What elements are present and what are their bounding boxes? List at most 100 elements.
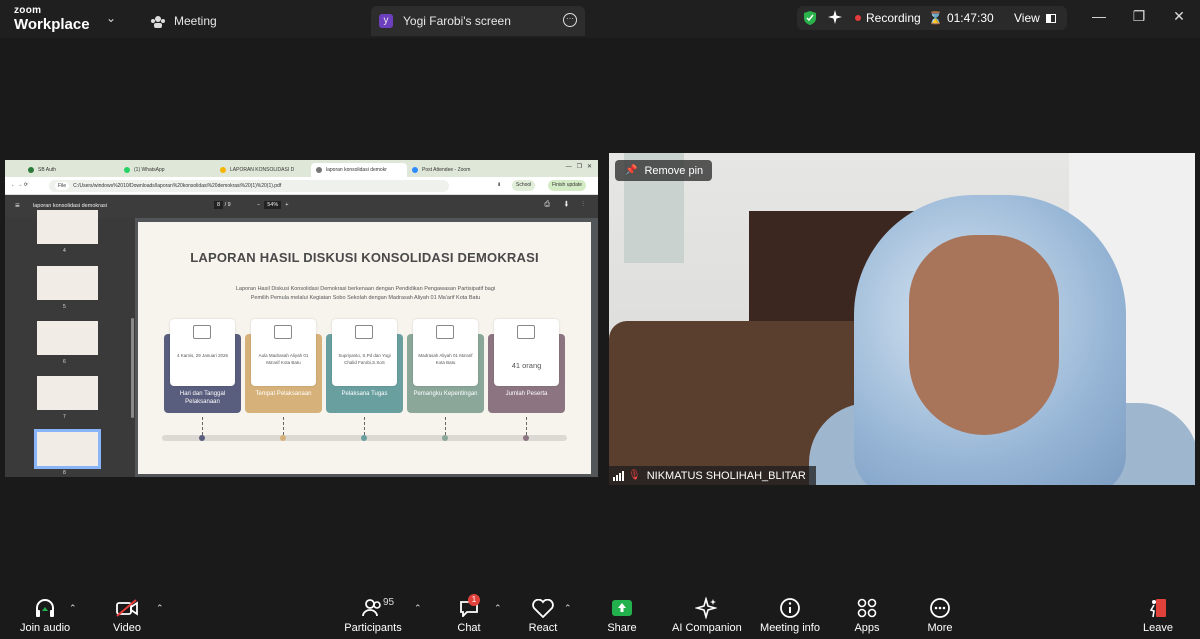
page-indicator[interactable]: 8 / 9 bbox=[214, 201, 231, 209]
browser-tab-active[interactable]: laporan konsolidasi demokr bbox=[311, 163, 407, 177]
browser-tab[interactable]: Post Attendee - Zoom bbox=[407, 163, 503, 177]
page-thumbnail[interactable] bbox=[37, 266, 98, 300]
chat-label: Chat bbox=[457, 622, 481, 634]
video-button[interactable]: Video bbox=[110, 597, 144, 634]
info-card-label: Tempat Pelaksanaan bbox=[255, 391, 312, 397]
share-button[interactable]: Share bbox=[606, 597, 638, 634]
info-card-box: Madrasah Aliyah 01 Ma'arif Kota Batu bbox=[413, 319, 478, 386]
chat-options-chevron-icon[interactable]: ⌃ bbox=[494, 603, 502, 614]
browser-tab-label: Post Attendee - Zoom bbox=[422, 167, 471, 173]
info-card: 41 orang Jumlah Peserta bbox=[488, 319, 565, 413]
info-card-box: 41 orang bbox=[494, 319, 559, 386]
info-icon bbox=[780, 598, 800, 618]
participants-options-chevron-icon[interactable]: ⌃ bbox=[414, 603, 422, 614]
page-separator: / bbox=[224, 202, 227, 208]
more-icon bbox=[930, 598, 950, 618]
participants-button[interactable]: 95 Participants bbox=[342, 597, 404, 634]
person-face bbox=[909, 235, 1059, 435]
restore-button[interactable]: ❐ bbox=[1129, 8, 1149, 25]
zoom-out-button[interactable]: − bbox=[257, 202, 260, 208]
card-illustration-icon bbox=[193, 325, 211, 339]
page-thumbnail[interactable] bbox=[37, 376, 98, 410]
minimize-button[interactable]: — bbox=[1089, 8, 1109, 24]
favicon-icon bbox=[28, 167, 34, 173]
chat-button[interactable]: 1 Chat bbox=[455, 594, 483, 634]
card-illustration-icon bbox=[517, 325, 535, 339]
react-button[interactable]: React bbox=[528, 597, 558, 634]
heart-icon bbox=[532, 598, 554, 618]
meeting-info-button[interactable]: Meeting info bbox=[759, 597, 821, 634]
join-audio-button[interactable]: Join audio bbox=[20, 597, 70, 634]
view-button[interactable]: View bbox=[1014, 11, 1056, 25]
participant-name-bar: 🎙 NIKMATUS SHOLIHAH_BLITAR bbox=[609, 466, 816, 485]
page-thumbnail[interactable] bbox=[37, 321, 98, 355]
whatsapp-icon bbox=[124, 167, 130, 173]
audio-options-chevron-icon[interactable]: ⌃ bbox=[69, 603, 77, 614]
zoom-workplace-logo[interactable]: zoom Workplace bbox=[14, 6, 90, 33]
meeting-toolbar: Join audio ⌃ Video ⌃ 95 Participants ⌃ 1… bbox=[0, 589, 1200, 639]
info-card-label: Hari dan Tanggal Pelaksanaan bbox=[179, 391, 226, 406]
browser-nav-icons[interactable]: ← → ⟳ bbox=[11, 182, 28, 188]
thumbnail-number: 6 bbox=[63, 359, 66, 365]
thumbnail-number: 7 bbox=[63, 414, 66, 420]
page-thumbnail-selected[interactable] bbox=[34, 429, 101, 469]
mic-muted-icon: 🎙 bbox=[628, 470, 641, 481]
pdf-viewer: 4 5 6 7 8 LAPORAN HASIL DISKUSI KONSOLID… bbox=[5, 210, 598, 477]
zoom-control[interactable]: −54% + bbox=[257, 201, 288, 209]
more-options-icon[interactable]: ··· bbox=[563, 13, 577, 27]
tab-meeting-label: Meeting bbox=[174, 14, 217, 28]
recording-indicator[interactable]: Recording bbox=[855, 11, 921, 25]
ai-companion-label: AI Companion bbox=[672, 622, 742, 634]
participant-video-tile[interactable]: 📌 Remove pin 🎙 NIKMATUS SHOLIHAH_BLITAR bbox=[609, 153, 1195, 485]
url-field[interactable]: File C:/Users/windows%2010/Downloads/lap… bbox=[49, 179, 449, 192]
info-card-box: Aula Madrasah Aliyah 01 Ma'arif Kota Bat… bbox=[251, 319, 316, 386]
browser-tab[interactable]: (1) WhatsApp bbox=[119, 163, 215, 177]
chevron-down-icon[interactable]: ⌄ bbox=[106, 11, 116, 25]
timeline-dot bbox=[361, 435, 367, 441]
browser-address-bar: ← → ⟳ File C:/Users/windows%2010/Downloa… bbox=[5, 177, 598, 195]
shared-screen[interactable]: SB Auth (1) WhatsApp LAPORAN KONSOLIDASI… bbox=[5, 160, 598, 477]
title-bar: zoom Workplace ⌄ Meeting y Yogi Farobi's… bbox=[0, 0, 1200, 38]
react-options-chevron-icon[interactable]: ⌃ bbox=[564, 603, 572, 614]
shield-icon[interactable] bbox=[803, 10, 817, 26]
apps-label: Apps bbox=[854, 622, 880, 634]
pdf-title: laporan konsolidasi demokrasi bbox=[33, 203, 107, 209]
zoom-in-button[interactable]: + bbox=[285, 202, 288, 208]
slides-icon bbox=[220, 167, 226, 173]
timeline-stem bbox=[364, 417, 365, 435]
page-current[interactable]: 8 bbox=[214, 201, 224, 209]
react-label: React bbox=[528, 622, 558, 634]
thumbnail-scrollbar[interactable] bbox=[131, 318, 134, 418]
ai-sparkle-icon[interactable] bbox=[827, 9, 843, 25]
participants-count: 95 bbox=[383, 597, 395, 608]
close-button[interactable]: ✕ bbox=[1169, 8, 1189, 25]
leave-button[interactable]: Leave bbox=[1143, 597, 1173, 634]
timeline-stem bbox=[202, 417, 203, 435]
browser-tab[interactable]: SB Auth bbox=[23, 163, 119, 177]
browser-tab-label: SB Auth bbox=[38, 167, 57, 173]
browser-tab[interactable]: LAPORAN KONSOLIDASI D bbox=[215, 163, 311, 177]
timeline-stem bbox=[445, 417, 446, 435]
pin-icon: 📌 bbox=[625, 165, 638, 176]
finish-update-button[interactable]: Finish update bbox=[548, 180, 587, 191]
remove-pin-button[interactable]: 📌 Remove pin bbox=[615, 160, 713, 181]
video-options-chevron-icon[interactable]: ⌃ bbox=[156, 603, 164, 614]
browser-action-icons[interactable]: ⬇ bbox=[497, 182, 501, 188]
info-card: 4 Kamis, 29 Januari 2026 Hari dan Tanggal… bbox=[164, 319, 241, 413]
more-button[interactable]: More bbox=[925, 597, 955, 634]
brand-line2: Workplace bbox=[14, 16, 90, 33]
pdf-tool-icons[interactable]: ⎙ ⬇ ⋮ bbox=[544, 201, 590, 209]
pdf-icon bbox=[316, 167, 322, 173]
zoom-value[interactable]: 54% bbox=[264, 201, 282, 209]
tab-meeting[interactable]: Meeting bbox=[150, 6, 217, 36]
slide-subtitle: Laporan Hasil Diskusi Konsolidasi Demokr… bbox=[235, 286, 496, 301]
url-text: C:/Users/windows%2010/Downloads/laporan%… bbox=[73, 182, 282, 189]
school-profile-chip[interactable]: School bbox=[512, 180, 536, 191]
apps-button[interactable]: Apps bbox=[853, 597, 881, 634]
tab-shared-screen[interactable]: y Yogi Farobi's screen ··· bbox=[371, 6, 585, 36]
ai-companion-button[interactable]: AI Companion bbox=[672, 597, 742, 634]
menu-icon[interactable]: ≡ bbox=[15, 201, 20, 210]
info-card-box: 4 Kamis, 29 Januari 2026 bbox=[170, 319, 235, 386]
browser-window-controls[interactable]: — ❐ ✕ bbox=[566, 163, 592, 170]
page-thumbnail[interactable] bbox=[37, 210, 98, 244]
